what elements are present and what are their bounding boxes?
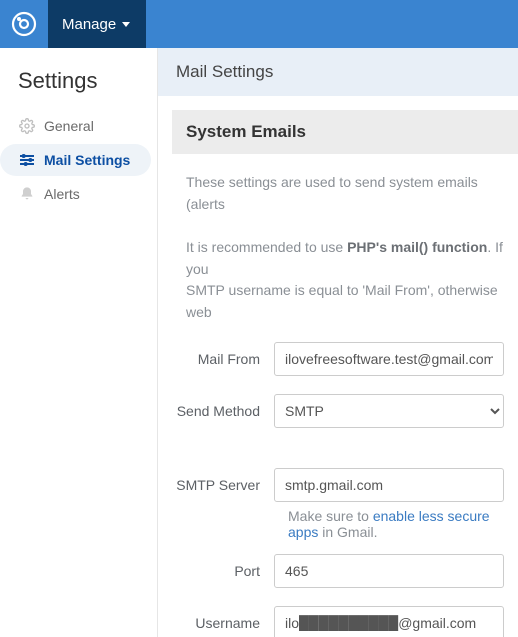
manage-label: Manage (62, 16, 116, 33)
mail-from-input[interactable] (274, 342, 504, 376)
username-label: Username (176, 615, 274, 631)
sliders-icon (16, 152, 38, 168)
smtp-server-input[interactable] (274, 468, 504, 502)
caret-down-icon (122, 22, 130, 27)
gear-icon (16, 118, 38, 134)
port-label: Port (176, 563, 274, 579)
sidebar-title: Settings (0, 68, 157, 108)
sidebar-item-label: Mail Settings (44, 152, 130, 168)
section-description: These settings are used to send system e… (186, 172, 518, 324)
sidebar-item-mail-settings[interactable]: Mail Settings (0, 144, 151, 176)
port-input[interactable] (274, 554, 504, 588)
app-logo[interactable] (0, 0, 48, 48)
sidebar-item-general[interactable]: General (0, 110, 151, 142)
smtp-server-label: SMTP Server (176, 477, 274, 493)
sidebar-item-label: General (44, 118, 94, 134)
sidebar-item-alerts[interactable]: Alerts (0, 178, 151, 210)
page-title: Mail Settings (158, 48, 518, 96)
send-method-select[interactable]: SMTP (274, 394, 504, 428)
mail-from-label: Mail From (176, 351, 274, 367)
username-input[interactable] (274, 606, 504, 637)
bell-icon (16, 186, 38, 202)
manage-menu[interactable]: Manage (48, 0, 146, 48)
section-title: System Emails (172, 110, 518, 154)
sidebar-item-label: Alerts (44, 186, 80, 202)
smtp-server-hint: Make sure to enable less secure apps in … (288, 508, 518, 540)
send-method-label: Send Method (176, 403, 274, 419)
